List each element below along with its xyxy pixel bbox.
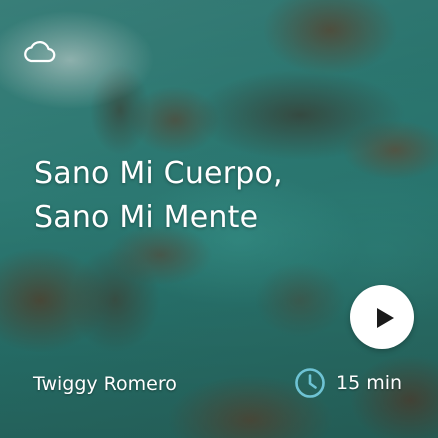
card-title-line-2: Sano Mi Mente [34,200,259,235]
card-title-line-1: Sano Mi Cuerpo, [34,156,283,191]
meditation-card[interactable]: Sano Mi Cuerpo, Sano Mi Mente Twiggy Rom… [0,0,438,438]
play-icon [377,308,394,328]
play-button[interactable] [350,285,414,349]
author-name: Twiggy Romero [33,373,177,395]
cloud-icon [24,41,56,63]
card-title: Sano Mi Cuerpo, Sano Mi Mente [34,152,283,240]
clock-icon [295,368,325,398]
duration: 15 min [294,366,402,400]
duration-label: 15 min [336,372,403,394]
